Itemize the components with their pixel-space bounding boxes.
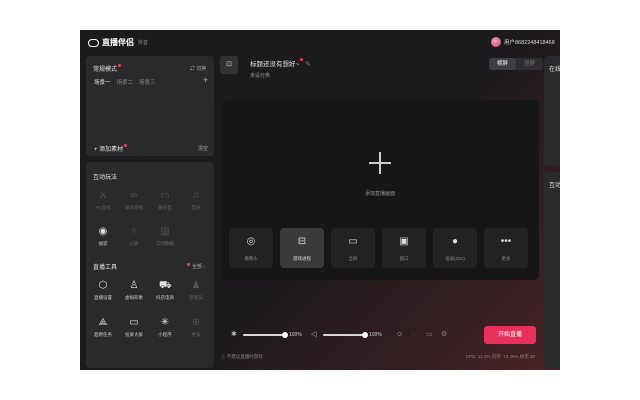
- admin-button[interactable]: ♟ 管理员: [182, 280, 210, 301]
- mic-volume-value: 100%: [289, 332, 302, 338]
- beauty-icon[interactable]: ☺: [396, 326, 403, 344]
- mode-title: 常规模式: [93, 64, 122, 73]
- title-bar: 直播伴侣 抖音 用户8682248418468: [80, 30, 560, 54]
- gamepad-icon: ⊟: [297, 236, 307, 247]
- mic-volume-slider[interactable]: [243, 332, 288, 338]
- switch-mode-button[interactable]: ⇄ 切换: [190, 65, 206, 72]
- cover-icon: ⊡: [226, 61, 232, 68]
- status-tip: 不建议直播时游戏: [226, 354, 263, 359]
- landscape-option[interactable]: 横屏: [489, 58, 516, 70]
- tools-title: 直播工具: [93, 265, 118, 271]
- online-panel: 在线: [544, 56, 560, 166]
- settings-gear-icon[interactable]: ⚙: [441, 326, 447, 344]
- live-settings-button[interactable]: ⬡ 直播设置: [89, 280, 117, 301]
- avatar-icon: ♙: [129, 280, 139, 291]
- cart-icon: ⛟: [159, 280, 172, 291]
- speaker-volume-knob[interactable]: [362, 332, 368, 338]
- add-scene-label: 添加直播画面: [364, 191, 395, 197]
- miniapp-icon: ✳: [160, 317, 170, 328]
- record-icon[interactable]: ▭: [426, 326, 433, 344]
- camera-icon: ◎: [246, 236, 256, 247]
- perf-stats: CPU: 12.2% 内存: 73.46% 帧率:30: [465, 354, 535, 359]
- luckybag-icon: ◉: [98, 226, 108, 237]
- speaker-icon[interactable]: ◁: [311, 326, 316, 344]
- luckybag-button[interactable]: ◉ 福袋: [89, 226, 117, 247]
- user-name: 用户8682248418468: [504, 40, 555, 46]
- feed-panel-title: 互动: [549, 183, 560, 189]
- source-window[interactable]: ▣ 窗口: [382, 228, 426, 268]
- add-material-button[interactable]: + 添加素材: [94, 144, 128, 153]
- scene-tab-3[interactable]: 场景三: [139, 78, 156, 86]
- music-icon: ♫: [192, 190, 200, 201]
- source-more[interactable]: ••• 更多: [484, 228, 528, 268]
- settings-icon: ⬡: [98, 280, 108, 291]
- pk-icon: ⚔: [98, 190, 108, 201]
- source-game[interactable]: ⊟ 游戏进程: [280, 228, 324, 268]
- user-menu[interactable]: 用户8682248418468: [491, 37, 555, 47]
- portrait-option[interactable]: 竖屏: [516, 58, 543, 70]
- monitor-icon: ▭: [348, 236, 358, 247]
- task-button[interactable]: ⟁ 超燃任务: [89, 317, 117, 338]
- chatroom-button[interactable]: ▭ 聊天室: [151, 190, 179, 211]
- wish-icon: ✧: [129, 226, 139, 237]
- interact-title: 互动玩法: [93, 175, 118, 181]
- task-icon: ⟁: [98, 317, 108, 328]
- category-label[interactable]: 未设分类: [250, 72, 270, 79]
- cast-button[interactable]: ▭ 投屏大屏: [120, 317, 148, 338]
- clear-button[interactable]: 清空: [198, 145, 208, 152]
- scene-tabs: 场景一 场景二 场景三: [94, 78, 156, 86]
- source-ios[interactable]: ● 投屏(iOS): [433, 228, 477, 268]
- speaker-volume-slider[interactable]: [323, 332, 368, 338]
- speaker-volume-value: 100%: [369, 332, 382, 338]
- screen-icon: ▭: [129, 317, 139, 328]
- cover-button[interactable]: ⊡: [220, 56, 238, 74]
- source-fullscreen[interactable]: ▭ 全屏: [331, 228, 375, 268]
- scene-tab-1[interactable]: 场景一: [94, 78, 111, 86]
- app-name: 直播伴侣: [102, 38, 134, 47]
- data-icon: ▥: [160, 226, 170, 237]
- miniapp-button[interactable]: ✳ 小程序: [151, 317, 179, 338]
- all-tools-link[interactable]: 全部 ›: [186, 263, 205, 270]
- more-icon: ⊕: [191, 317, 201, 328]
- preview-stage[interactable]: 添加直播画面 ◎ 摄像头 ⊟ 游戏进程 ▭ 全屏 ▣ 窗口 ● 投屏(iOS) …: [221, 100, 539, 280]
- avatar[interactable]: [491, 37, 501, 47]
- orientation-toggle[interactable]: 横屏 竖屏: [489, 58, 543, 70]
- app-window: 直播伴侣 抖音 用户8682248418468 常规模式 ⇄ 切换 场景一 场景…: [80, 30, 560, 370]
- window-icon: ▣: [399, 236, 409, 247]
- chat-icon: ▭: [160, 190, 170, 201]
- effect-icon[interactable]: ◌: [411, 326, 415, 344]
- apple-icon: ●: [451, 236, 459, 247]
- more-dots-icon: •••: [500, 236, 512, 247]
- music-button[interactable]: ♫ 音乐: [182, 190, 210, 211]
- link-button[interactable]: ∞ 观众连线: [120, 190, 148, 211]
- source-camera[interactable]: ◎ 摄像头: [229, 228, 273, 268]
- add-scene-button[interactable]: +: [203, 76, 208, 85]
- interaction-panel: 互动玩法 ⚔ PK连线 ∞ 观众连线 ▭ 聊天室 ♫ 音乐 ◉ 福袋 ✧ 心愿 …: [86, 162, 214, 368]
- more-tools-button[interactable]: ⊕ 更多: [182, 317, 210, 338]
- link-icon: ∞: [130, 190, 138, 201]
- online-panel-title: 在线: [549, 67, 560, 73]
- live-title[interactable]: 标题还没有想好~ ✎: [250, 58, 311, 68]
- mic-icon[interactable]: ✱: [231, 326, 237, 344]
- data-button[interactable]: ▥ 实时数据: [151, 226, 179, 247]
- shop-button[interactable]: ⛟ 抖店电商: [151, 280, 179, 301]
- mic-volume-knob[interactable]: [282, 332, 288, 338]
- status-bar: ⓘ 不建议直播时游戏 CPU: 12.2% 内存: 73.46% 帧率:30: [221, 350, 551, 364]
- scene-tab-2[interactable]: 场景二: [117, 78, 134, 86]
- start-live-button[interactable]: 开始直播: [484, 326, 536, 344]
- pk-button[interactable]: ⚔ PK连线: [89, 190, 117, 211]
- app-platform: 抖音: [138, 40, 149, 46]
- admin-icon: ♟: [191, 280, 201, 291]
- app-logo: 直播伴侣 抖音: [88, 37, 148, 48]
- add-scene-icon[interactable]: [369, 152, 391, 174]
- scene-panel: 常规模式 ⇄ 切换 场景一 场景二 场景三 + + 添加素材 清空: [86, 56, 214, 156]
- logo-icon: [88, 38, 99, 47]
- virtual-avatar-button[interactable]: ♙ 虚拟形象: [120, 280, 148, 301]
- edit-icon: ✎: [305, 61, 311, 68]
- wish-button[interactable]: ✧ 心愿: [120, 226, 148, 247]
- interaction-feed-panel: 互动: [544, 172, 560, 368]
